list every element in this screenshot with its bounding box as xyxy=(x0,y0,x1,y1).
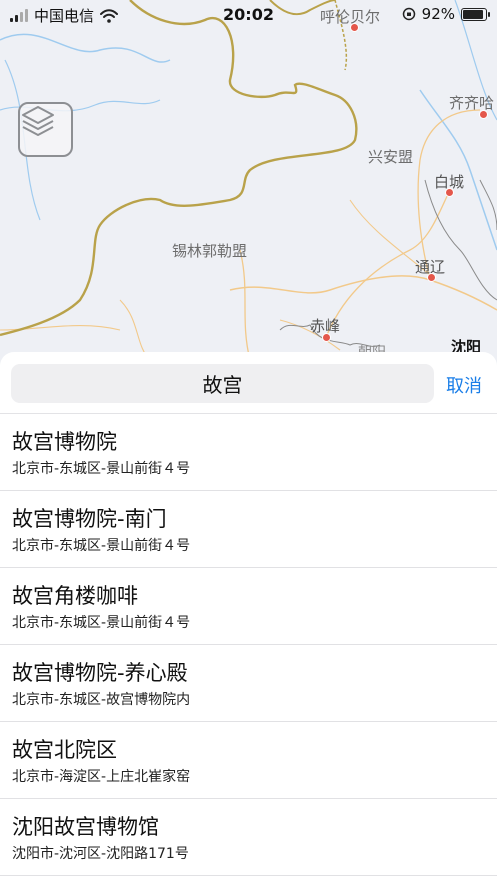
map-label-xinganmeng: 兴安盟 xyxy=(368,148,414,166)
result-address: 沈阳市-沈河区-沈阳路171号 xyxy=(12,846,189,862)
map-label-xilinguole: 锡林郭勒盟 xyxy=(172,242,248,260)
search-result-item[interactable]: 故宫角楼咖啡 北京市-东城区-景山前街４号 xyxy=(0,568,497,645)
search-result-item[interactable]: 沈阳故宫博物馆 沈阳市-沈河区-沈阳路171号 xyxy=(0,799,497,876)
search-bar: 故宫 取消 xyxy=(0,352,497,414)
result-title: 故宫北院区 xyxy=(12,738,117,762)
city-dot-tongliao xyxy=(427,273,436,282)
map-label-qiqihar: 齐齐哈 xyxy=(449,94,495,112)
layers-icon xyxy=(22,106,54,136)
cancel-button[interactable]: 取消 xyxy=(446,372,482,398)
search-result-item[interactable]: 故宫博物院-养心殿 北京市-东城区-故宫博物院内 xyxy=(0,645,497,722)
result-title: 故宫博物院-养心殿 xyxy=(12,661,188,685)
result-title: 故宫角楼咖啡 xyxy=(12,584,138,608)
search-result-item[interactable]: 故宫博物院-南门 北京市-东城区-景山前街４号 xyxy=(0,491,497,568)
result-title: 沈阳故宫博物馆 xyxy=(12,815,159,839)
result-address: 北京市-东城区-景山前街４号 xyxy=(12,538,191,554)
result-address: 北京市-东城区-景山前街４号 xyxy=(12,461,191,477)
search-result-item[interactable]: 故宫博物院 北京市-东城区-景山前街４号 xyxy=(0,414,497,491)
map-view[interactable]: 呼伦贝尔 齐齐哈 兴安盟 白城 锡林郭勒盟 通辽 赤峰 朝阳 沈阳 xyxy=(0,0,497,360)
battery-percent: 92% xyxy=(421,5,455,23)
city-dot-qiqihar xyxy=(479,110,488,119)
result-address: 北京市-东城区-故宫博物院内 xyxy=(12,692,191,708)
map-lines xyxy=(0,0,497,360)
city-dot-baicheng xyxy=(445,188,454,197)
search-sheet: 故宫 取消 故宫博物院 北京市-东城区-景山前街４号 故宫博物院-南门 北京市-… xyxy=(0,352,497,883)
result-title: 故宫博物院 xyxy=(12,430,117,454)
search-input[interactable]: 故宫 xyxy=(11,364,434,403)
city-dot-chifeng xyxy=(322,333,331,342)
result-address: 北京市-东城区-景山前街４号 xyxy=(12,615,191,631)
search-result-item[interactable]: 故宫北院区 北京市-海淀区-上庄北崔家窑 xyxy=(0,722,497,799)
result-title: 故宫博物院-南门 xyxy=(12,507,167,531)
battery-icon xyxy=(461,7,490,21)
orientation-lock-icon xyxy=(402,7,415,21)
status-bar: 中国电信 20:02 92% xyxy=(0,0,497,30)
result-address: 北京市-海淀区-上庄北崔家窑 xyxy=(12,769,191,785)
map-layers-button[interactable] xyxy=(18,102,73,157)
